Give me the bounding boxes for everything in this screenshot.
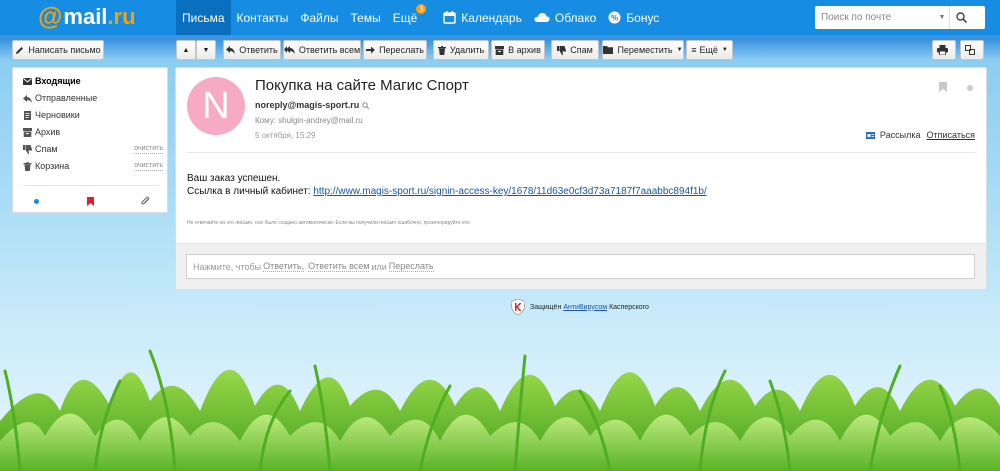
spam-button[interactable]: Спам [551, 40, 599, 60]
archive-icon [495, 45, 505, 55]
arrow-down-icon: ▼ [202, 46, 210, 54]
sidebar-item-archive[interactable]: Архив [23, 124, 163, 140]
drafts-icon [24, 110, 31, 120]
newsletter-icon [865, 132, 875, 139]
prev-message-button[interactable]: ▲ [176, 40, 196, 60]
clean-spam-link[interactable]: очистить [134, 145, 163, 154]
search-button[interactable] [949, 6, 973, 29]
trash-icon [437, 45, 446, 55]
attachment-filter-icon[interactable] [140, 196, 150, 206]
next-message-button[interactable]: ▼ [196, 40, 216, 60]
clean-trash-link[interactable]: очистить [134, 162, 163, 171]
sidebar-item-sent[interactable]: Отправленные [23, 90, 163, 106]
forward-button[interactable]: Переслать [363, 40, 427, 60]
message-subject: Покупка на сайте Магис Спорт [255, 77, 469, 94]
search-input[interactable] [815, 12, 935, 23]
nav-cloud[interactable]: Облако [528, 0, 602, 35]
trash-icon [23, 161, 32, 171]
reply-all-icon [283, 46, 295, 54]
menu-lines-icon: ≡ [691, 45, 697, 55]
sidebar-item-spam[interactable]: Спам очистить [23, 141, 163, 157]
quick-forward-link[interactable]: Переслать [388, 261, 434, 272]
quick-reply-area: Нажмите, чтобы Ответить, Ответить всем и… [176, 243, 986, 289]
nav-more[interactable]: Ещё 3 [387, 0, 427, 35]
cabinet-link[interactable]: http://www.magis-sport.ru/signin-access-… [313, 186, 706, 197]
inbox-icon [23, 77, 32, 85]
mailing-list-info: Рассылка Отписаться [865, 130, 975, 140]
message-recipient: Кому: shulgin-andrey@mail.ru [255, 116, 363, 125]
sidebar-item-drafts[interactable]: Черновики [23, 107, 163, 123]
nav-bonus[interactable]: % Бонус [602, 0, 665, 35]
kaspersky-shield-icon [511, 299, 525, 315]
archive-icon [23, 127, 32, 137]
flagged-filter-icon[interactable] [85, 196, 95, 206]
chevron-down-icon: ▼ [676, 47, 683, 53]
message-body: Ваш заказ успешен. Ссылка в личный кабин… [187, 173, 707, 197]
top-bar: @ mail .ru Письма Контакты Файлы Темы Ещ… [0, 0, 1000, 35]
forward-icon [366, 46, 376, 54]
archive-button[interactable]: В архив [491, 40, 545, 60]
quick-reply-box[interactable]: Нажмите, чтобы Ответить, Ответить всем и… [186, 254, 975, 279]
print-button[interactable] [932, 40, 956, 60]
sent-icon [23, 94, 32, 103]
reply-icon [226, 46, 236, 54]
message-date: 5 октября, 15:29 [255, 131, 316, 140]
message-sender[interactable]: noreply@magis-sport.ru [255, 100, 370, 110]
arrow-up-icon: ▲ [182, 46, 190, 54]
nav-letters[interactable]: Письма [176, 0, 231, 35]
cloud-icon [534, 13, 550, 22]
auto-message-note: Не отвечайте на это письмо, оно было соз… [187, 220, 471, 226]
antivirus-link[interactable]: АнтиВирусом [563, 304, 607, 311]
quick-reply-all-link[interactable]: Ответить всем [308, 261, 370, 272]
expand-icon [965, 45, 975, 55]
message-view: N Покупка на сайте Магис Спорт noreply@m… [175, 67, 987, 290]
quick-reply-link[interactable]: Ответить, [263, 261, 305, 272]
search-dropdown-icon[interactable]: ▼ [935, 14, 949, 21]
reply-button[interactable]: Ответить [223, 40, 281, 60]
more-actions-button[interactable]: ≡ Ещё ▼ [686, 40, 733, 60]
unread-filter-icon[interactable] [31, 196, 41, 206]
pencil-icon [16, 46, 24, 54]
flag-message-icon[interactable] [939, 82, 947, 95]
mailru-logo[interactable]: @ mail .ru [38, 3, 136, 31]
fullscreen-button[interactable] [960, 40, 984, 60]
main-nav: Письма Контакты Файлы Темы Ещё 3 Календа… [176, 0, 665, 35]
svg-text:%: % [611, 14, 618, 23]
kaspersky-badge: Защищён АнтиВирусом Касперского [511, 299, 649, 315]
sidebar-item-inbox[interactable]: Входящие [23, 73, 163, 89]
folder-icon [603, 46, 614, 54]
search-icon [956, 12, 967, 23]
unsubscribe-link[interactable]: Отписаться [926, 130, 975, 140]
reply-all-button[interactable]: Ответить всем [283, 40, 361, 60]
chevron-down-icon: ▼ [721, 47, 728, 53]
grass-background [0, 349, 1000, 471]
search-icon [362, 101, 370, 109]
nav-files[interactable]: Файлы [294, 0, 344, 35]
thumb-down-icon [557, 45, 567, 55]
printer-icon [936, 45, 948, 55]
sender-avatar: N [187, 77, 245, 135]
search-box: ▼ [815, 6, 985, 29]
folder-sidebar: Входящие Отправленные Черновики Архив Сп… [12, 67, 168, 213]
sidebar-item-trash[interactable]: Корзина очистить [23, 158, 163, 174]
nav-topics[interactable]: Темы [345, 0, 387, 35]
calendar-icon [443, 11, 456, 24]
move-button[interactable]: Переместить ▼ [602, 40, 684, 60]
spam-icon [23, 144, 32, 154]
delete-button[interactable]: Удалить [433, 40, 489, 60]
compose-button[interactable]: Написать письмо [12, 40, 104, 60]
nav-calendar[interactable]: Календарь [437, 0, 528, 35]
bonus-icon: % [608, 11, 621, 24]
nav-contacts[interactable]: Контакты [231, 0, 295, 35]
read-status-icon[interactable] [967, 85, 973, 91]
